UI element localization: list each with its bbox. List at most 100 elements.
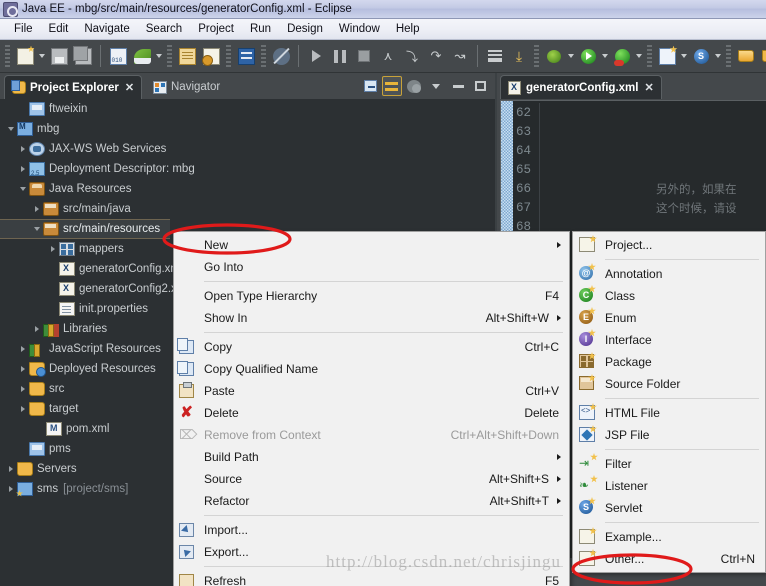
view-menu-icon[interactable] — [426, 76, 446, 96]
submenu-item-jsp-file[interactable]: JSP File — [573, 424, 765, 446]
menu-run[interactable]: Run — [242, 21, 279, 37]
toolbar-handle[interactable] — [726, 45, 731, 67]
menu-item-refactor[interactable]: Refactor Alt+Shift+T — [174, 490, 569, 512]
menu-item-new[interactable]: New — [174, 234, 569, 256]
toolbar-handle[interactable] — [5, 45, 10, 67]
submenu-item-package[interactable]: Package — [573, 351, 765, 373]
submenu-item-other[interactable]: Other... Ctrl+N — [573, 548, 765, 570]
search-dropdown-arrow-icon[interactable] — [713, 45, 723, 67]
step-return-icon[interactable]: ⤵ — [401, 45, 423, 67]
twist-collapsed-icon[interactable] — [4, 479, 17, 499]
menu-item-copy-qualified-name[interactable]: Copy Qualified Name — [174, 358, 569, 380]
editor-tab-generatorconfig[interactable]: generatorConfig.xml ✕ — [500, 75, 662, 99]
menu-navigate[interactable]: Navigate — [76, 21, 137, 37]
toolbar-handle[interactable] — [226, 45, 231, 67]
run-dropdown-arrow-icon[interactable] — [600, 45, 610, 67]
menu-help[interactable]: Help — [388, 21, 428, 37]
new-wizard-blue-icon[interactable] — [656, 45, 678, 67]
toolbar-handle[interactable] — [647, 45, 652, 67]
search-s-icon[interactable]: S — [690, 45, 712, 67]
submenu-item-annotation[interactable]: @ Annotation — [573, 263, 765, 285]
twist-expanded-icon[interactable] — [30, 219, 43, 239]
menu-item-source[interactable]: Source Alt+Shift+S — [174, 468, 569, 490]
save-all-icon[interactable] — [72, 45, 94, 67]
tree-item-deployment-descriptor[interactable]: Deployment Descriptor: mbg — [0, 159, 495, 179]
collapse-all-icon[interactable] — [360, 76, 380, 96]
close-icon[interactable]: ✕ — [125, 81, 134, 94]
tree-item-src-main-java[interactable]: src/main/java — [0, 199, 495, 219]
page-gear-icon[interactable] — [200, 45, 222, 67]
twist-collapsed-icon[interactable] — [30, 319, 43, 339]
new-wizard-icon[interactable] — [14, 45, 36, 67]
binary-file-icon[interactable] — [107, 45, 129, 67]
twist-collapsed-icon[interactable] — [16, 359, 29, 379]
run-server-dropdown-arrow-icon[interactable] — [634, 45, 644, 67]
menu-item-go-into[interactable]: Go Into — [174, 256, 569, 278]
twist-collapsed-icon[interactable] — [16, 379, 29, 399]
scroll-icon[interactable] — [176, 45, 198, 67]
stop-icon[interactable] — [353, 45, 375, 67]
submenu-item-listener[interactable]: ❧ Listener — [573, 475, 765, 497]
step-icon[interactable] — [305, 45, 327, 67]
submenu-item-class[interactable]: C Class — [573, 285, 765, 307]
tree-item-java-resources[interactable]: Java Resources — [0, 179, 495, 199]
link-with-editor-icon[interactable] — [382, 76, 402, 96]
twist-collapsed-icon[interactable] — [16, 399, 29, 419]
down-arrow-icon[interactable]: ⤓ — [508, 45, 530, 67]
toolbar-handle[interactable] — [167, 45, 172, 67]
nodes-icon[interactable]: ⋏ — [377, 45, 399, 67]
menu-item-export[interactable]: Export... — [174, 541, 569, 563]
menu-design[interactable]: Design — [279, 21, 331, 37]
console-icon[interactable] — [235, 45, 257, 67]
new-submenu[interactable]: Project... @ Annotation C Class E Enum I… — [572, 231, 766, 573]
menu-item-refresh[interactable]: Refresh F5 — [174, 570, 569, 586]
context-menu[interactable]: New Go Into Open Type Hierarchy F4 Show … — [173, 231, 570, 586]
tab-project-explorer[interactable]: Project Explorer ✕ — [4, 75, 143, 99]
tab-navigator[interactable]: Navigator — [146, 75, 227, 99]
folder-icon[interactable] — [759, 45, 766, 67]
toolbar-handle[interactable] — [534, 45, 539, 67]
redo-icon[interactable]: ↝ — [449, 45, 471, 67]
tree-item-jaxws[interactable]: JAX-WS Web Services — [0, 139, 495, 159]
run-server-icon[interactable] — [611, 45, 633, 67]
menu-item-build-path[interactable]: Build Path — [174, 446, 569, 468]
submenu-item-source-folder[interactable]: Source Folder — [573, 373, 765, 395]
twist-collapsed-icon[interactable] — [30, 199, 43, 219]
submenu-item-filter[interactable]: ⇥ Filter — [573, 453, 765, 475]
submenu-item-html-file[interactable]: HTML File — [573, 402, 765, 424]
twist-collapsed-icon[interactable] — [16, 339, 29, 359]
menu-item-import[interactable]: Import... — [174, 519, 569, 541]
submenu-item-example[interactable]: Example... — [573, 526, 765, 548]
pause-icon[interactable] — [329, 45, 351, 67]
twist-collapsed-icon[interactable] — [46, 239, 59, 259]
menu-item-copy[interactable]: Copy Ctrl+C — [174, 336, 569, 358]
minimize-icon[interactable] — [448, 76, 468, 96]
menu-item-delete[interactable]: ✘ Delete Delete — [174, 402, 569, 424]
no-edit-icon[interactable] — [270, 45, 292, 67]
tree-item-src-main-resources[interactable]: src/main/resources — [0, 219, 170, 239]
menu-item-paste[interactable]: Paste Ctrl+V — [174, 380, 569, 402]
debug-bug-icon[interactable] — [543, 45, 565, 67]
menu-window[interactable]: Window — [331, 21, 388, 37]
twist-expanded-icon[interactable] — [16, 179, 29, 199]
twist-collapsed-icon[interactable] — [16, 159, 29, 179]
deploy-dropdown-arrow-icon[interactable] — [154, 45, 164, 67]
maximize-icon[interactable] — [470, 76, 490, 96]
tree-item-mbg[interactable]: mbg — [0, 119, 495, 139]
twist-collapsed-icon[interactable] — [4, 459, 17, 479]
menu-search[interactable]: Search — [138, 21, 190, 37]
deploy-leaf-icon[interactable] — [131, 45, 153, 67]
menu-edit[interactable]: Edit — [41, 21, 77, 37]
twist-collapsed-icon[interactable] — [16, 139, 29, 159]
menu-item-open-type-hierarchy[interactable]: Open Type Hierarchy F4 — [174, 285, 569, 307]
save-icon[interactable] — [48, 45, 70, 67]
focus-icon[interactable] — [404, 76, 424, 96]
submenu-item-servlet[interactable]: S Servlet — [573, 497, 765, 519]
submenu-item-enum[interactable]: E Enum — [573, 307, 765, 329]
submenu-item-interface[interactable]: I Interface — [573, 329, 765, 351]
submenu-item-project[interactable]: Project... — [573, 234, 765, 256]
menu-file[interactable]: File — [6, 21, 41, 37]
open-folder-icon[interactable] — [735, 45, 757, 67]
new-wizard-dropdown-arrow-icon[interactable] — [679, 45, 689, 67]
twist-expanded-icon[interactable] — [4, 119, 17, 139]
